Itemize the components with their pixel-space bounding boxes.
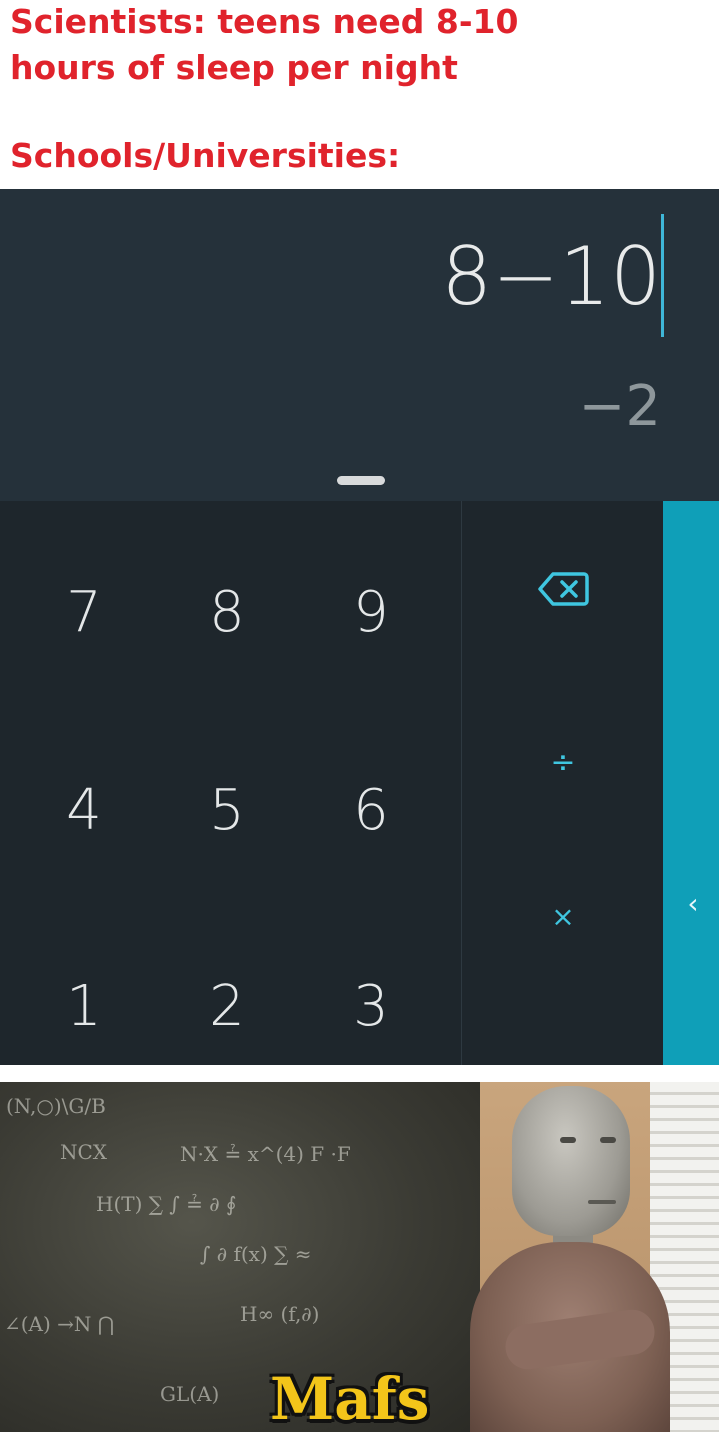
meme-caption: Scientists: teens need 8-10 hours of sle… [0, 0, 719, 189]
key-5[interactable]: 5 [167, 751, 287, 871]
chalk-scribble: H∞ (f,∂) [240, 1302, 320, 1326]
calculator-screenshot: 8−10 −2 7 8 9 4 5 6 1 2 3 ÷ × ‹ [0, 189, 719, 1065]
meme-man-head [512, 1086, 630, 1236]
key-7[interactable]: 7 [24, 553, 144, 673]
character-eye [600, 1137, 616, 1143]
chalk-scribble: GL(A) [160, 1382, 220, 1406]
advanced-panel-toggle[interactable] [663, 501, 719, 1065]
key-2[interactable]: 2 [167, 947, 287, 1067]
mafs-caption: Mafs [270, 1365, 430, 1432]
caption-line-1: Scientists: teens need 8-10 [10, 2, 519, 41]
character-eye [560, 1137, 576, 1143]
key-8[interactable]: 8 [167, 553, 287, 673]
expression-field[interactable]: 8−10 [441, 227, 661, 327]
backspace-button[interactable] [503, 541, 623, 641]
meme-image: (N,○)\G/B NCX N·X ≟ x^(4) F ·F H(T) ∑ ∫ … [0, 1082, 719, 1432]
chalk-scribble: H(T) ∑ ∫ ≟ ∂ ∮ [96, 1192, 237, 1216]
caption-line-2: hours of sleep per night [10, 48, 458, 87]
chalk-scribble: (N,○)\G/B [6, 1094, 106, 1118]
chalk-scribble: N·X ≟ x^(4) F ·F [180, 1142, 351, 1166]
chalk-scribble: ∠(A) →N ⋂ [4, 1312, 115, 1336]
calculator-display: 8−10 −2 [0, 189, 719, 501]
multiply-button[interactable]: × [503, 867, 623, 967]
caption-line-3: Schools/Universities: [10, 136, 401, 175]
chevron-left-icon: ‹ [687, 887, 699, 920]
key-6[interactable]: 6 [311, 751, 431, 871]
result-preview: −2 [578, 374, 661, 439]
chalk-scribble: NCX [60, 1140, 108, 1164]
character-mouth [588, 1200, 616, 1204]
divide-button[interactable]: ÷ [503, 713, 623, 813]
key-1[interactable]: 1 [24, 947, 144, 1067]
key-9[interactable]: 9 [311, 553, 431, 673]
text-cursor [661, 214, 664, 337]
backspace-icon [538, 572, 589, 606]
operator-pad: ÷ × [461, 501, 664, 1065]
key-4[interactable]: 4 [24, 751, 144, 871]
key-3[interactable]: 3 [311, 947, 431, 1067]
drag-handle[interactable] [337, 476, 385, 485]
number-pad: 7 8 9 4 5 6 1 2 3 [0, 501, 461, 1065]
chalk-scribble: ∫ ∂ f(x) ∑ ≈ [200, 1242, 312, 1266]
